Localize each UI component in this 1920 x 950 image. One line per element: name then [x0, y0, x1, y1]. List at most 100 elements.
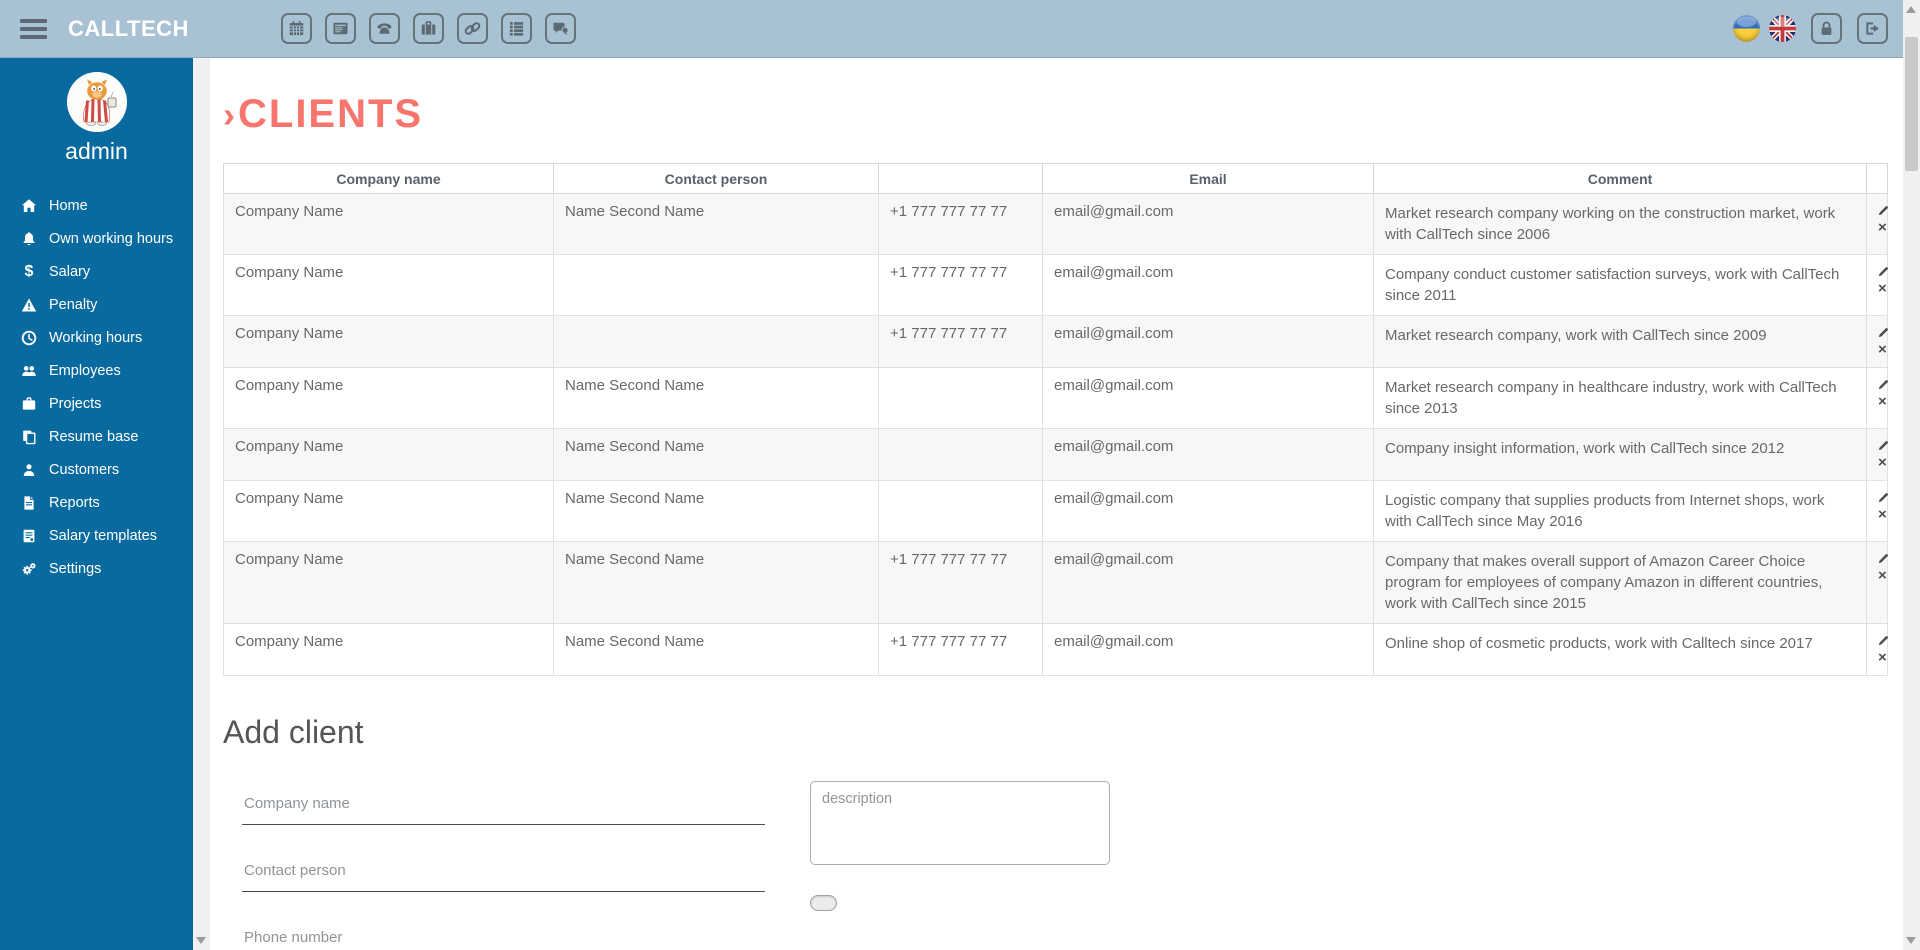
- sidebar-item-own-working-hours[interactable]: Own working hours: [0, 222, 193, 255]
- page-scrollbar[interactable]: [1903, 0, 1920, 950]
- cell-email: email@gmail.com: [1042, 367, 1374, 429]
- sidebar: admin Home Own working hours $ Salary Pe…: [0, 58, 193, 950]
- page-title: › CLIENTS: [223, 92, 424, 136]
- briefcase-icon: [20, 396, 38, 412]
- briefcase-button[interactable]: [412, 13, 444, 44]
- sidebar-item-salary[interactable]: $ Salary: [0, 255, 193, 288]
- table-row: Company Name Name Second Name email@gmai…: [223, 428, 1888, 481]
- users-icon: [20, 363, 38, 379]
- sidebar-item-salary-templates[interactable]: Salary templates: [0, 519, 193, 552]
- description-textarea[interactable]: [810, 781, 1110, 865]
- cell-company: Company Name: [223, 623, 554, 676]
- cell-phone: +1 777 777 77 77: [878, 315, 1043, 368]
- table-row: Company Name +1 777 777 77 77 email@gmai…: [223, 254, 1888, 316]
- warning-icon: [20, 297, 38, 313]
- cell-contact: Name Second Name: [553, 623, 879, 676]
- file-icon: [20, 495, 38, 511]
- lock-icon: [1821, 21, 1832, 35]
- cell-phone: +1 777 777 77 77: [878, 541, 1043, 624]
- cell-comment: Market research company, work with CallT…: [1373, 315, 1867, 368]
- list-button[interactable]: [500, 13, 532, 44]
- cell-comment: Logistic company that supplies products …: [1373, 480, 1867, 542]
- submit-button[interactable]: [810, 895, 837, 911]
- cell-company: Company Name: [223, 315, 554, 368]
- table-row: Company Name Name Second Name +1 777 777…: [223, 541, 1888, 624]
- sidebar-item-employees[interactable]: Employees: [0, 354, 193, 387]
- language-ukrainian-flag-icon[interactable]: [1733, 15, 1760, 42]
- calendar-button[interactable]: [280, 13, 312, 44]
- cell-company: Company Name: [223, 428, 554, 481]
- scroll-down-arrow-icon[interactable]: [1906, 937, 1916, 944]
- table-row: Company Name Name Second Name email@gmai…: [223, 480, 1888, 542]
- phone-icon: [377, 23, 392, 34]
- id-card-button[interactable]: [324, 13, 356, 44]
- sidebar-item-resume-base[interactable]: Resume base: [0, 420, 193, 453]
- company-name-input[interactable]: [242, 785, 765, 825]
- bell-icon: [20, 231, 38, 247]
- cell-comment: Company insight information, work with C…: [1373, 428, 1867, 481]
- cell-email: email@gmail.com: [1042, 254, 1374, 316]
- scrollbar-thumb[interactable]: [1905, 37, 1918, 171]
- cell-company: Company Name: [223, 480, 554, 542]
- briefcase-icon: [421, 21, 436, 35]
- sidebar-item-working-hours[interactable]: Working hours: [0, 321, 193, 354]
- header-company-name: Company name: [223, 163, 554, 194]
- table-row: Company Name +1 777 777 77 77 email@gmai…: [223, 315, 1888, 368]
- add-client-title: Add client: [223, 714, 364, 750]
- sidebar-item-customers[interactable]: Customers: [0, 453, 193, 486]
- sidebar-item-settings[interactable]: Settings: [0, 552, 193, 585]
- cell-email: email@gmail.com: [1042, 623, 1374, 676]
- phone-number-input[interactable]: [242, 919, 765, 950]
- form-fields: [223, 785, 783, 950]
- table-header-row: Company name Contact person Email Commen…: [223, 163, 1888, 194]
- clients-table: Company name Contact person Email Commen…: [223, 163, 1888, 676]
- scroll-up-arrow-icon[interactable]: [1906, 6, 1916, 13]
- title-chevron-icon: ›: [223, 93, 237, 135]
- header-phone: [878, 163, 1043, 194]
- cell-actions: ×: [1866, 367, 1888, 429]
- sidebar-item-penalty[interactable]: Penalty: [0, 288, 193, 321]
- cell-comment: Market research company working on the c…: [1373, 193, 1867, 255]
- cell-company: Company Name: [223, 367, 554, 429]
- username: admin: [65, 138, 128, 164]
- lock-button[interactable]: [1811, 13, 1842, 44]
- link-button[interactable]: [456, 13, 488, 44]
- chat-button[interactable]: [544, 13, 576, 44]
- topbar-toolbar: [280, 13, 576, 44]
- add-client-form: [223, 781, 1903, 950]
- sidebar-item-reports[interactable]: Reports: [0, 486, 193, 519]
- link-icon: [464, 22, 481, 35]
- cell-email: email@gmail.com: [1042, 541, 1374, 624]
- cell-contact: Name Second Name: [553, 193, 879, 255]
- cell-email: email@gmail.com: [1042, 480, 1374, 542]
- header-actions: [1866, 163, 1888, 194]
- cell-contact: [553, 254, 879, 316]
- pencil-icon: [1878, 267, 1888, 277]
- brand-logo: CALLTECH: [68, 15, 189, 41]
- table-row: Company Name Name Second Name email@gmai…: [223, 367, 1888, 429]
- phone-button[interactable]: [368, 13, 400, 44]
- pencil-icon: [1878, 206, 1888, 216]
- chat-icon: [553, 22, 569, 35]
- cell-contact: Name Second Name: [553, 428, 879, 481]
- language-english-flag-icon[interactable]: [1769, 15, 1796, 42]
- menu-toggle-button[interactable]: [16, 13, 51, 45]
- cell-actions: ×: [1866, 428, 1888, 481]
- contact-person-input[interactable]: [242, 852, 765, 892]
- avatar[interactable]: [66, 72, 127, 132]
- sidebar-item-home[interactable]: Home: [0, 189, 193, 222]
- sidebar-item-projects[interactable]: Projects: [0, 387, 193, 420]
- sidebar-menu: Home Own working hours $ Salary Penalty …: [0, 189, 193, 585]
- cell-comment: Company conduct customer satisfaction su…: [1373, 254, 1867, 316]
- cell-email: email@gmail.com: [1042, 428, 1374, 481]
- scroll-down-arrow-icon[interactable]: [196, 937, 206, 944]
- cell-actions: ×: [1866, 193, 1888, 255]
- cell-company: Company Name: [223, 541, 554, 624]
- pencil-icon: [1878, 636, 1888, 646]
- cell-contact: Name Second Name: [553, 480, 879, 542]
- cell-actions: ×: [1866, 541, 1888, 624]
- sidebar-scrollbar[interactable]: [193, 58, 210, 950]
- logout-button[interactable]: [1857, 13, 1888, 44]
- home-icon: [20, 198, 38, 214]
- pencil-icon: [1878, 554, 1888, 564]
